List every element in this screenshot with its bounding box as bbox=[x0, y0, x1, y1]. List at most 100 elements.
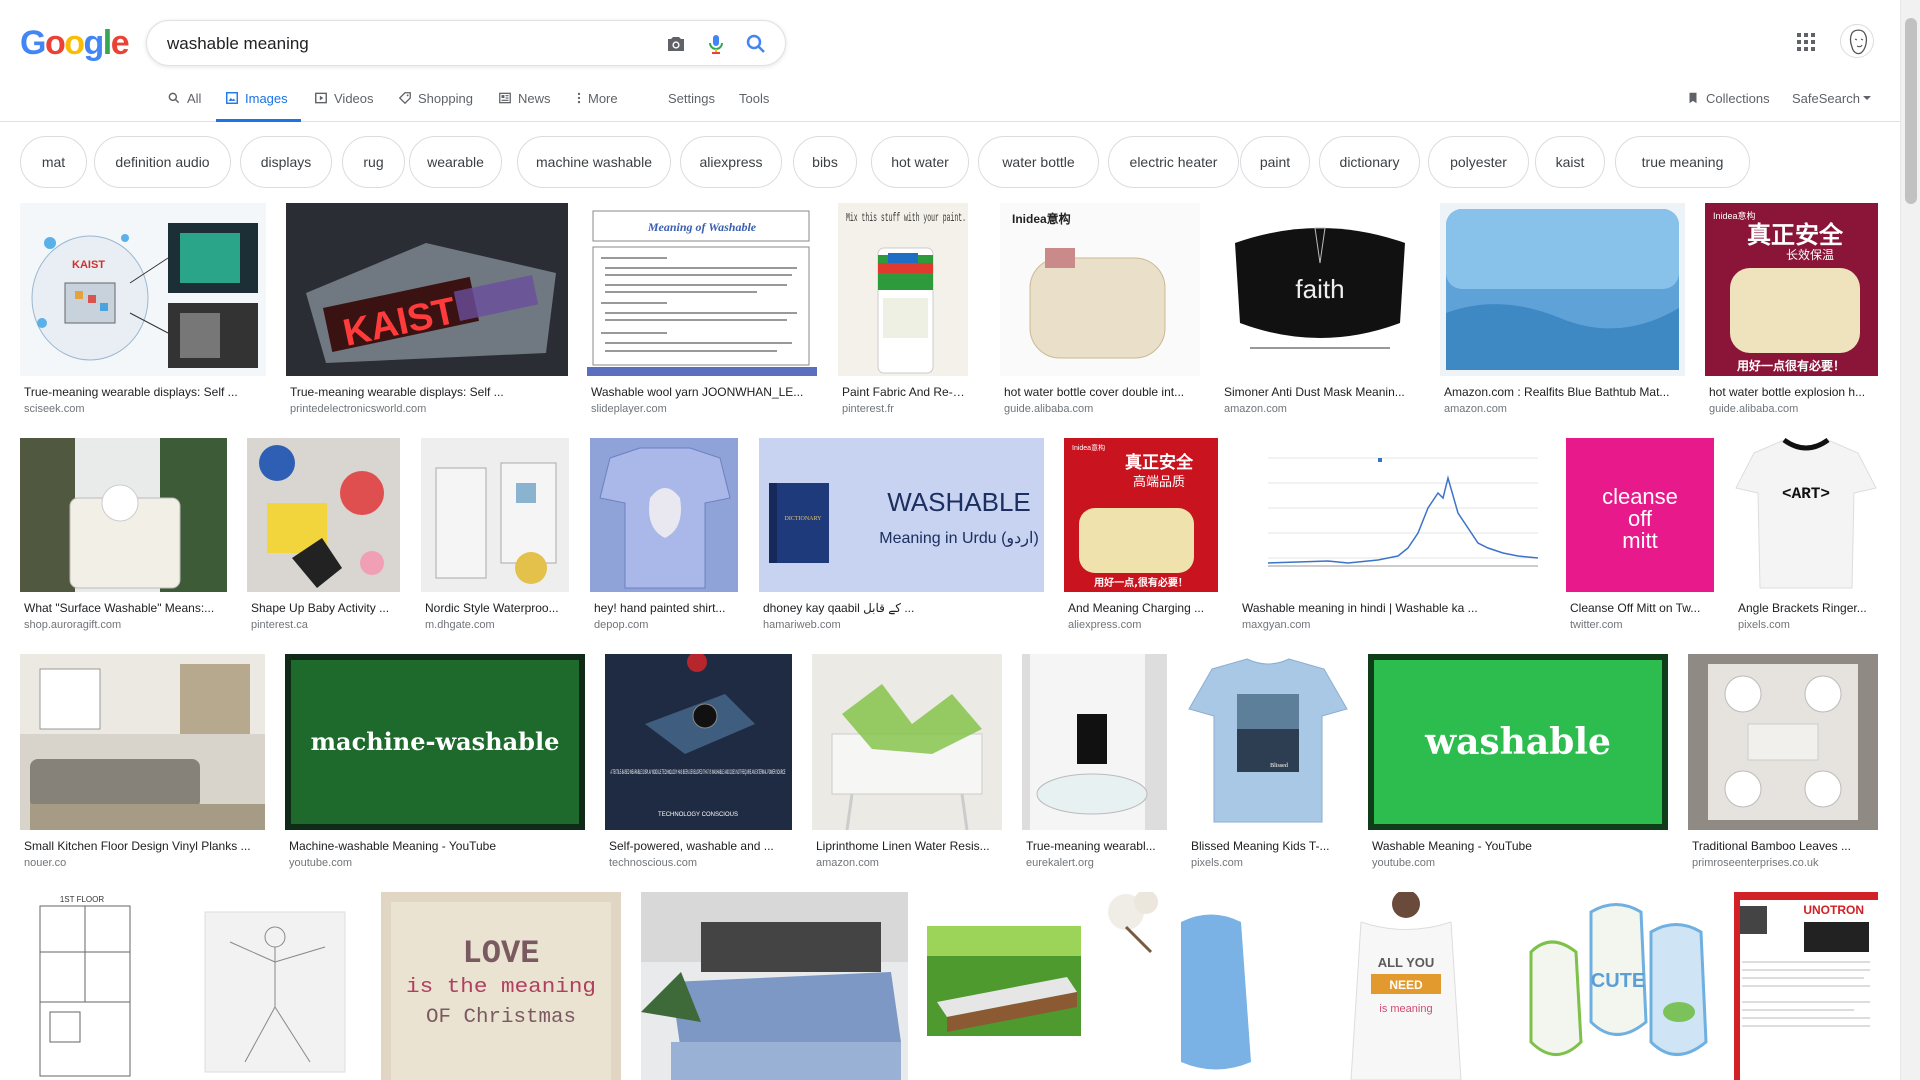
result-source: m.dhgate.com bbox=[425, 619, 495, 631]
result-caption: Washable wool yarn JOONWHAN_LE... bbox=[591, 385, 804, 399]
result-caption: True-meaning wearabl... bbox=[1026, 839, 1156, 853]
chip-bibs[interactable]: bibs bbox=[793, 136, 857, 188]
logo-letter: o bbox=[44, 24, 66, 62]
result-thumbnail: Meaning of Washable bbox=[587, 203, 817, 376]
result-thumbnail: Inidea意构 真正安全 长效保温 用好一点很有必要！ bbox=[1705, 203, 1878, 376]
safesearch-dropdown[interactable]: SafeSearch bbox=[1792, 86, 1871, 122]
tab-all[interactable]: All bbox=[167, 86, 201, 122]
chip-definition-audio[interactable]: definition audio bbox=[94, 136, 231, 188]
search-input[interactable] bbox=[167, 33, 647, 55]
apps-grid-icon[interactable] bbox=[1794, 30, 1818, 54]
result-caption: dhoney kay qaabil کے قابل ... bbox=[763, 601, 915, 615]
result-thumbnail bbox=[1440, 203, 1685, 376]
result-caption: Washable Meaning - YouTube bbox=[1372, 839, 1532, 853]
account-avatar[interactable] bbox=[1840, 24, 1874, 58]
chip-mat[interactable]: mat bbox=[20, 136, 87, 188]
result-source: pinterest.fr bbox=[842, 403, 894, 415]
result-source: depop.com bbox=[594, 619, 649, 631]
floor-plan-label: 1ST FLOOR bbox=[60, 895, 105, 904]
header: Google All Images Videos bbox=[0, 0, 1900, 122]
result-caption: Paint Fabric And Re-u... bbox=[842, 385, 968, 399]
tag-icon bbox=[398, 92, 411, 105]
camera-icon[interactable] bbox=[664, 32, 688, 56]
result-source: amazon.com bbox=[1444, 403, 1507, 415]
result-thumbnail bbox=[927, 892, 1081, 1080]
result-thumbnail: CUTE bbox=[1521, 892, 1714, 1080]
tab-label: More bbox=[588, 91, 618, 106]
chip-true-meaning[interactable]: true meaning bbox=[1615, 136, 1750, 188]
chip-displays[interactable]: displays bbox=[240, 136, 332, 188]
result-thumbnail bbox=[247, 438, 400, 592]
google-logo[interactable]: Google bbox=[20, 24, 130, 62]
result-source: primroseenterprises.co.uk bbox=[1692, 857, 1819, 869]
chip-paint[interactable]: paint bbox=[1240, 136, 1310, 188]
scrollbar-thumb[interactable] bbox=[1905, 18, 1917, 204]
result-thumbnail: ALL YOU NEED is meaning bbox=[1311, 892, 1501, 1080]
result-source: guide.alibaba.com bbox=[1004, 403, 1094, 415]
chip-kaist[interactable]: kaist bbox=[1535, 136, 1605, 188]
result-caption: Amazon.com : Realfits Blue Bathtub Mat..… bbox=[1444, 385, 1670, 399]
chip-dictionary[interactable]: dictionary bbox=[1319, 136, 1420, 188]
result-source: guide.alibaba.com bbox=[1709, 403, 1799, 415]
result-source: amazon.com bbox=[816, 857, 879, 869]
tab-more[interactable]: More bbox=[576, 86, 618, 122]
bib-text: CUTE bbox=[1591, 970, 1645, 992]
chip-hot-water[interactable]: hot water bbox=[871, 136, 969, 188]
result-source: hamariweb.com bbox=[763, 619, 841, 631]
result-thumbnail: faith bbox=[1220, 203, 1420, 376]
tools-link[interactable]: Tools bbox=[739, 91, 769, 106]
chip-electric-heater[interactable]: electric heater bbox=[1108, 136, 1239, 188]
result-thumbnail: 1ST FLOOR bbox=[20, 892, 142, 1080]
chip-polyester[interactable]: polyester bbox=[1428, 136, 1529, 188]
result-thumbnail: Mix this stuff with your paint. bbox=[838, 203, 968, 376]
result-caption: Traditional Bamboo Leaves ... bbox=[1692, 839, 1851, 853]
faith-text: faith bbox=[1295, 274, 1344, 304]
result-thumbnail bbox=[1688, 654, 1878, 830]
result-thumbnail: washable bbox=[1368, 654, 1668, 830]
brand-text: Inidea意构 bbox=[1072, 443, 1105, 452]
tab-shopping[interactable]: Shopping bbox=[398, 86, 473, 122]
scrollbar[interactable] bbox=[1900, 0, 1920, 1080]
result-thumbnail: machine-washable bbox=[285, 654, 585, 830]
result-thumbnail bbox=[641, 892, 908, 1080]
chip-wearable[interactable]: wearable bbox=[409, 136, 502, 188]
result-thumbnail: A TEXTILE-BASED WEARABLE DISPLAY MODULE … bbox=[605, 654, 792, 830]
video-icon bbox=[315, 92, 327, 104]
result-thumbnail: KAIST bbox=[286, 203, 568, 376]
tab-label: Videos bbox=[334, 91, 374, 106]
chip-machine-washable[interactable]: machine washable bbox=[517, 136, 671, 188]
mic-icon[interactable] bbox=[704, 32, 728, 56]
result-thumbnail bbox=[20, 438, 227, 592]
image-icon bbox=[226, 92, 238, 104]
result-caption: hot water bottle cover double int... bbox=[1004, 385, 1185, 399]
result-caption: What "Surface Washable" Means:... bbox=[24, 601, 215, 615]
tech-brand: TECHNOLOGY CONSCIOUS bbox=[658, 812, 738, 818]
result-caption: Shape Up Baby Activity ... bbox=[251, 601, 390, 615]
tab-videos[interactable]: Videos bbox=[314, 86, 374, 122]
settings-link[interactable]: Settings bbox=[668, 91, 715, 106]
video-title-text: machine-washable bbox=[311, 727, 560, 756]
result-caption: Blissed Meaning Kids T-... bbox=[1191, 839, 1330, 853]
tab-news[interactable]: News bbox=[498, 86, 551, 122]
chip-aliexpress[interactable]: aliexpress bbox=[680, 136, 782, 188]
caret-down-icon bbox=[1862, 96, 1871, 100]
brand-text: UNOTRON bbox=[1803, 903, 1864, 917]
chip-water-bottle[interactable]: water bottle bbox=[978, 136, 1099, 188]
result-thumbnail bbox=[1022, 654, 1167, 830]
tab-label: Shopping bbox=[418, 91, 473, 106]
search-icon[interactable] bbox=[744, 32, 768, 56]
chip-rug[interactable]: rug bbox=[342, 136, 405, 188]
art-text: <ART> bbox=[1782, 485, 1830, 503]
tab-images[interactable]: Images bbox=[216, 86, 301, 122]
result-caption: Small Kitchen Floor Design Vinyl Planks … bbox=[24, 839, 251, 853]
result-thumbnail: LOVE is the meaning OF Christmas bbox=[381, 892, 621, 1080]
result-source: slideplayer.com bbox=[591, 403, 667, 415]
urdu-line: Meaning in Urdu (اردو) bbox=[879, 530, 1039, 547]
kaist-label: KAIST bbox=[72, 259, 105, 271]
cn-footer: 用好一点很有必要！ bbox=[1736, 358, 1845, 373]
result-thumbnail bbox=[590, 438, 738, 592]
love-text: LOVE bbox=[463, 935, 540, 972]
collections-link[interactable]: Collections bbox=[1686, 86, 1770, 122]
tab-label: News bbox=[518, 91, 551, 106]
cn-title: 真正安全 bbox=[1125, 452, 1194, 473]
